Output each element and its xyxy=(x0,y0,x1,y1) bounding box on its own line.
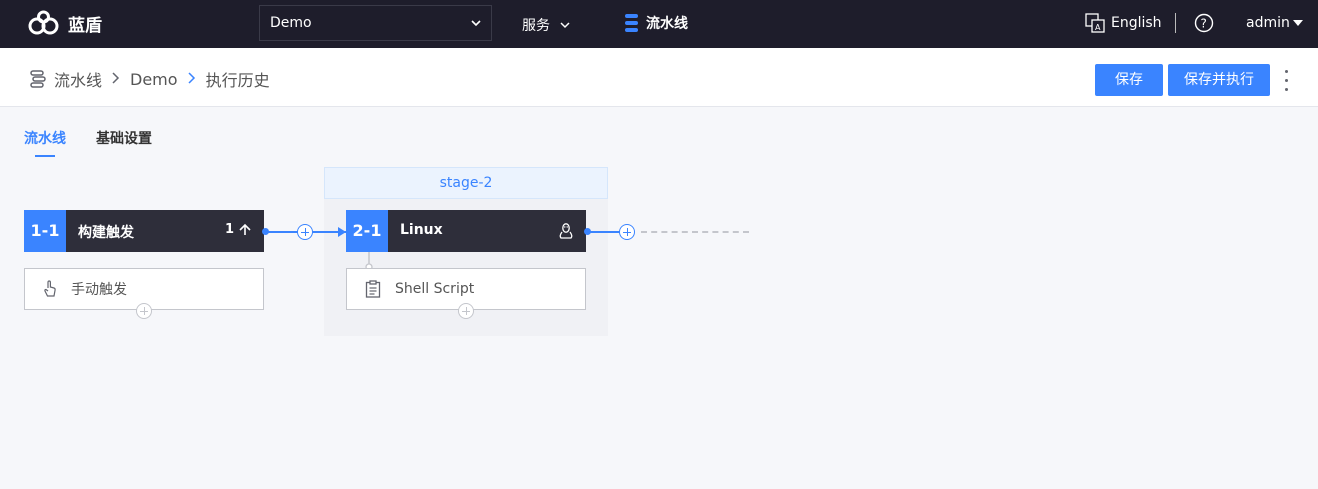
job-index: 2-1 xyxy=(346,210,388,252)
user-menu[interactable]: admin xyxy=(1246,15,1304,31)
clipboard-icon xyxy=(365,280,381,298)
stage-connector xyxy=(588,231,622,233)
nav-service-menu[interactable]: 服务 xyxy=(522,15,571,35)
job-os xyxy=(558,222,574,240)
pipeline-icon xyxy=(30,70,46,88)
header-divider xyxy=(1175,13,1176,33)
caret-down-icon xyxy=(1292,20,1303,26)
job-index: 1-1 xyxy=(24,210,66,252)
hand-pointer-icon xyxy=(44,280,56,297)
breadcrumb-history[interactable]: 执行历史 xyxy=(206,67,270,91)
nav-pipeline-link[interactable]: 流水线 xyxy=(624,13,688,33)
pending-stage-line xyxy=(641,231,749,233)
job-title: Linux xyxy=(400,222,443,238)
project-select[interactable]: Demo xyxy=(259,5,492,41)
active-tab-indicator xyxy=(35,155,55,157)
add-task-icon[interactable] xyxy=(458,303,474,319)
chevron-right-icon xyxy=(187,70,197,89)
job-title: 构建触发 xyxy=(78,225,134,241)
translate-icon: A xyxy=(1085,13,1105,33)
user-name: admin xyxy=(1246,15,1290,31)
breadcrumb-project[interactable]: Demo xyxy=(130,70,178,89)
task-name: 手动触发 xyxy=(71,282,127,298)
help-icon: ? xyxy=(1194,13,1214,33)
pipeline-icon xyxy=(625,14,638,32)
breadcrumb: 流水线 Demo 执行历史 xyxy=(28,67,270,91)
svg-text:A: A xyxy=(1095,23,1101,32)
linux-icon xyxy=(559,223,573,239)
top-navigation-bar: 蓝盾 Demo 服务 流水线 A English ? admin xyxy=(0,0,1318,48)
svg-text:?: ? xyxy=(1201,17,1207,31)
job-badge-count: 1 xyxy=(224,222,234,237)
save-and-run-button[interactable]: 保存并执行 xyxy=(1168,64,1270,96)
brand-logo[interactable]: 蓝盾 xyxy=(26,9,102,37)
add-task-icon[interactable] xyxy=(136,303,152,319)
language-label: English xyxy=(1111,15,1162,31)
job-badge: 1 xyxy=(225,222,252,237)
task-name: Shell Script xyxy=(395,281,475,297)
chevron-right-icon xyxy=(111,70,121,89)
nav-service-label: 服务 xyxy=(522,18,550,34)
add-stage-icon[interactable] xyxy=(619,224,635,240)
more-options-icon[interactable] xyxy=(1283,70,1289,92)
stage-title[interactable]: stage-2 xyxy=(324,167,608,199)
language-switcher[interactable]: A English xyxy=(1085,13,1162,33)
nav-pipeline-label: 流水线 xyxy=(646,16,688,32)
arrow-up-icon xyxy=(239,223,251,235)
chevron-down-icon xyxy=(560,22,570,29)
project-select-value: Demo xyxy=(270,15,312,31)
tab-bar: 流水线 基础设置 xyxy=(24,128,182,148)
chevron-down-icon xyxy=(471,20,481,27)
arrow-right-icon xyxy=(338,227,346,237)
breadcrumb-pipeline[interactable]: 流水线 xyxy=(54,67,102,91)
help-button[interactable]: ? xyxy=(1194,13,1214,37)
cloud-logo-icon xyxy=(28,10,59,35)
tab-pipeline[interactable]: 流水线 xyxy=(24,128,66,148)
job-node[interactable]: 1-1 构建触发 1 xyxy=(24,210,264,252)
brand-name: 蓝盾 xyxy=(68,15,102,36)
tab-basic-settings[interactable]: 基础设置 xyxy=(96,128,152,148)
page-header: 流水线 Demo 执行历史 保存 保存并执行 xyxy=(0,48,1318,107)
save-button[interactable]: 保存 xyxy=(1095,64,1163,96)
job-node[interactable]: 2-1 Linux xyxy=(346,210,586,252)
add-stage-icon[interactable] xyxy=(297,224,313,240)
